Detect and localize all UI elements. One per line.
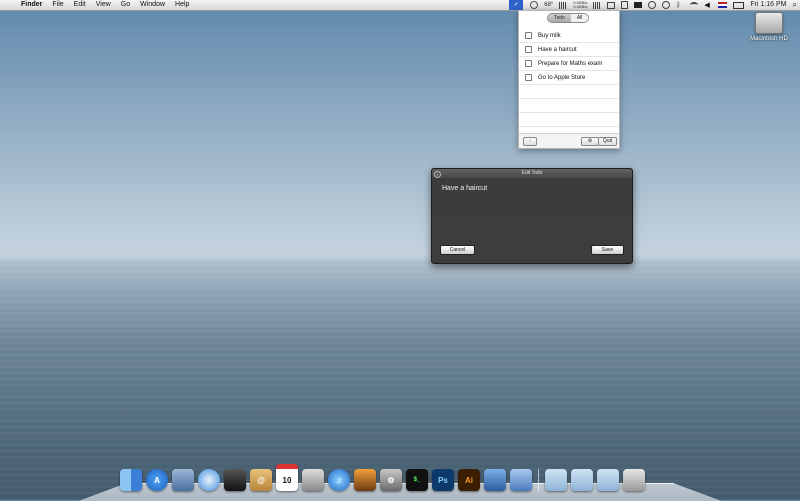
app-menu-finder[interactable]: Finder [16, 0, 47, 10]
iphoto-icon[interactable] [302, 469, 324, 491]
address-book-icon[interactable]: @ [250, 469, 272, 491]
menu-help[interactable]: Help [170, 0, 194, 10]
flag-icon[interactable] [718, 2, 728, 8]
itunes-icon[interactable]: ♫ [328, 469, 350, 491]
todo-checkbox[interactable] [525, 60, 532, 67]
todo-checkbox[interactable] [525, 32, 532, 39]
menu-extras: ✓ 68° 0.0KB/s 0.0KB/s ᛒ ◀ Fri 1:16 PM ⌕ [509, 0, 800, 10]
clipboard-icon[interactable] [621, 1, 629, 9]
terminal-icon[interactable]: $_ [406, 469, 428, 491]
time-machine-icon[interactable] [662, 1, 671, 9]
xcode-icon[interactable] [484, 469, 506, 491]
illustrator-icon[interactable]: Ai [458, 469, 480, 491]
todo-item-label: Go to Apple Store [538, 74, 586, 81]
photoshop-icon[interactable]: Ps [432, 469, 454, 491]
gear-icon[interactable]: ⚙ [581, 137, 599, 146]
trash-icon[interactable] [623, 469, 645, 491]
todo-text-field[interactable]: Have a haircut [442, 185, 487, 192]
documents-folder-icon[interactable] [571, 469, 593, 491]
facetime-icon[interactable] [224, 469, 246, 491]
app-store-icon[interactable]: A [146, 469, 168, 491]
desktop-wallpaper [0, 258, 800, 500]
quit-button[interactable]: Quit [598, 137, 617, 146]
todo-item[interactable]: Buy milk [519, 29, 619, 43]
todo-menu-icon[interactable]: ✓ [509, 0, 524, 10]
menu-window[interactable]: Window [135, 0, 170, 10]
hard-drive-label: Macintosh HD [750, 36, 788, 42]
share-button[interactable]: ↑ [523, 137, 537, 146]
dropbox-icon[interactable] [607, 1, 616, 9]
calendar-icon[interactable]: 10 [276, 464, 298, 491]
todo-item[interactable]: Go to Apple Store [519, 71, 619, 85]
safari-icon[interactable] [198, 469, 220, 491]
edit-todo-window: Edit Todo × Have a haircut Cancel Save [431, 168, 633, 264]
menu-file[interactable]: File [47, 0, 68, 10]
close-icon[interactable]: × [434, 171, 441, 178]
temperature-readout[interactable]: 68° [541, 0, 556, 10]
battery-icon[interactable] [733, 1, 745, 9]
network-down: 0.0KB/s [573, 4, 588, 9]
empty-row [519, 99, 619, 113]
dock-separator [538, 469, 539, 491]
bluetooth-icon[interactable]: ᛒ [676, 2, 684, 9]
mail-icon[interactable] [172, 469, 194, 491]
hard-drive-icon [755, 12, 783, 34]
menu-clock[interactable]: Fri 1:16 PM [747, 0, 789, 10]
volume-icon[interactable]: ◀ [704, 2, 712, 9]
empty-row [519, 113, 619, 127]
memory-meter-icon[interactable] [593, 1, 602, 9]
dock: A @ 10 ♫ ⚙ $_ Ps Ai [118, 464, 647, 491]
applications-folder-icon[interactable] [545, 469, 567, 491]
window-title: Edit Todo [432, 169, 632, 178]
photo-viewer-icon[interactable] [354, 469, 376, 491]
cpu-meter-icon[interactable] [559, 1, 568, 9]
system-preferences-icon[interactable]: ⚙ [380, 469, 402, 491]
todo-item-label: Buy milk [538, 32, 561, 39]
menu-view[interactable]: View [91, 0, 116, 10]
todo-item[interactable]: Have a haircut [519, 43, 619, 57]
tab-all[interactable]: All [570, 14, 589, 22]
menu-edit[interactable]: Edit [69, 0, 91, 10]
finder-icon[interactable] [120, 469, 142, 491]
tab-todo[interactable]: Todo [548, 14, 571, 22]
downloads-folder-icon[interactable] [597, 469, 619, 491]
todo-item-label: Have a haircut [538, 46, 577, 53]
todo-item-label: Prepare for Maths exam [538, 60, 603, 67]
todo-popover: Todo All Buy milk Have a haircut Prepare… [518, 10, 620, 149]
interface-builder-icon[interactable] [510, 469, 532, 491]
sync-icon[interactable] [648, 1, 657, 9]
save-button[interactable]: Save [591, 245, 624, 255]
todo-list: Buy milk Have a haircut Prepare for Math… [519, 29, 619, 141]
todo-popover-footer: ↑ ⚙ Quit [519, 133, 619, 148]
cancel-button[interactable]: Cancel [440, 245, 475, 255]
todo-checkbox[interactable] [525, 46, 532, 53]
menu-go[interactable]: Go [116, 0, 135, 10]
todo-checkbox[interactable] [525, 74, 532, 81]
todo-filter-segmented: Todo All [547, 13, 590, 23]
network-speed[interactable]: 0.0KB/s 0.0KB/s [570, 1, 590, 9]
desktop-hard-drive[interactable]: Macintosh HD [744, 12, 794, 42]
wifi-icon[interactable] [690, 2, 699, 8]
todo-item[interactable]: Prepare for Maths exam [519, 57, 619, 71]
display-icon[interactable] [634, 2, 643, 8]
weather-icon[interactable] [530, 1, 539, 9]
spotlight-search-icon[interactable]: ⌕ [790, 0, 800, 10]
menu-bar: Finder File Edit View Go Window Help ✓ 6… [0, 0, 800, 11]
empty-row [519, 85, 619, 99]
